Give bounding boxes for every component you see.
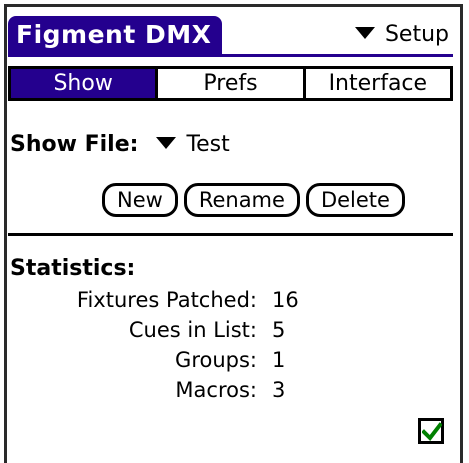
tab-bar: Show Prefs Interface [8,66,453,101]
file-actions: New Rename Delete [102,183,405,219]
stat-row-cues: Cues in List: 5 [0,316,469,344]
checkmark-icon [422,422,442,442]
dropdown-triangle-icon [354,27,375,39]
rename-button[interactable]: Rename [183,183,300,217]
confirm-checkbox[interactable] [418,418,444,444]
stat-value: 1 [272,348,286,372]
stat-value: 16 [272,288,299,312]
tab-interface[interactable]: Interface [306,69,450,98]
stat-row-groups: Groups: 1 [0,346,469,374]
new-button[interactable]: New [102,183,178,217]
title-underline [8,54,453,57]
app-title: Figment DMX [8,16,222,54]
show-file-selector[interactable]: Test [156,132,230,157]
stat-row-fixtures: Fixtures Patched: 16 [0,286,469,314]
show-file-label: Show File: [10,132,139,157]
divider [8,233,453,236]
show-file-value: Test [186,132,230,157]
dropdown-triangle-icon [156,137,177,149]
stat-label: Fixtures Patched: [76,288,257,312]
delete-button[interactable]: Delete [305,183,405,217]
tab-show[interactable]: Show [11,69,159,98]
setup-menu[interactable]: Setup [354,16,449,54]
title-bar: Figment DMX Setup [8,16,453,57]
stat-value: 3 [272,378,286,402]
stat-label: Cues in List: [128,318,257,342]
stat-value: 5 [272,318,286,342]
stat-row-macros: Macros: 3 [0,376,469,404]
stat-label: Macros: [175,378,257,402]
tab-prefs[interactable]: Prefs [158,69,306,98]
show-file-row: Show File: Test [10,130,230,160]
setup-menu-label: Setup [384,22,449,47]
statistics-heading: Statistics: [10,256,136,281]
stat-label: Groups: [175,348,257,372]
